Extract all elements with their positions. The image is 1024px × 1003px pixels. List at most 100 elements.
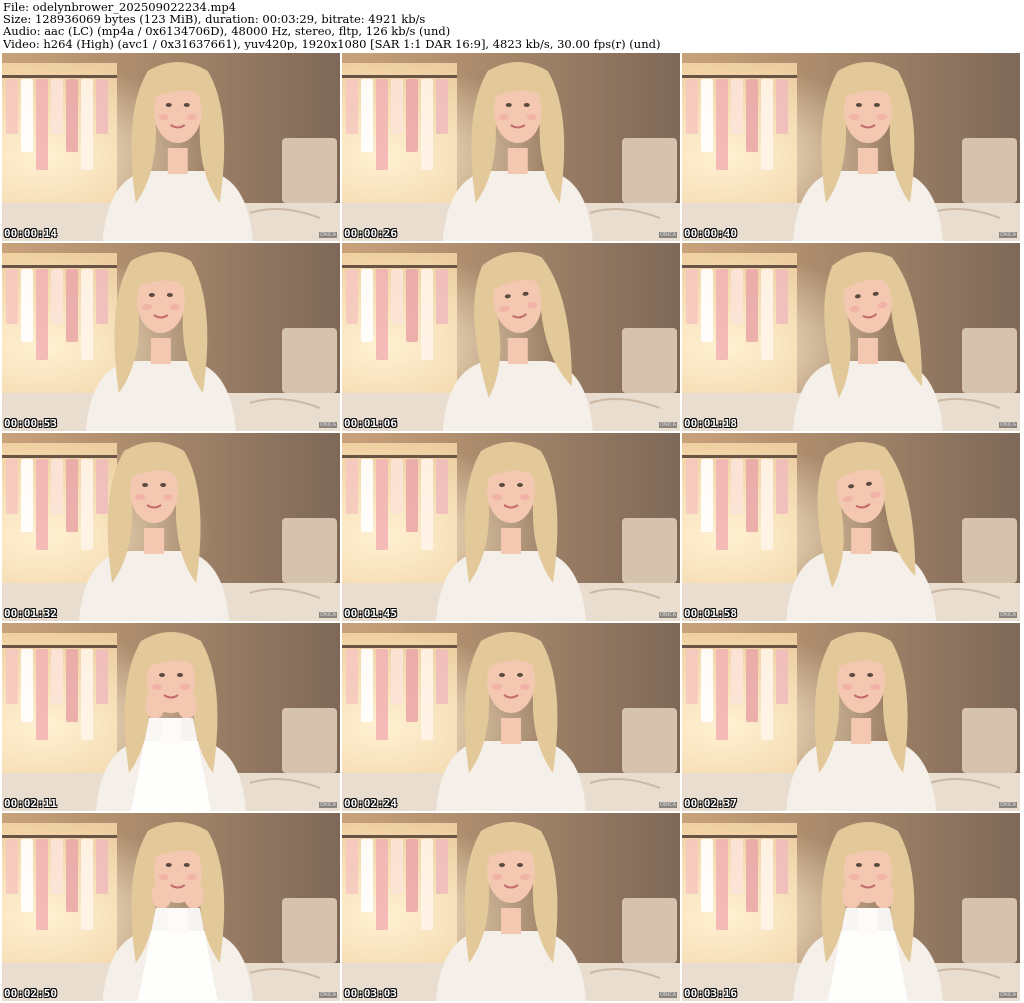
hanging-garment: [686, 79, 698, 134]
watermark: ONICA: [998, 612, 1017, 618]
hanging-garment: [66, 649, 78, 722]
neck: [857, 148, 878, 174]
eye-right: [183, 863, 190, 867]
hanging-garment: [746, 269, 758, 342]
hanging-garment: [96, 459, 108, 514]
thumbnail: 00:01:18 ONICA: [682, 243, 1020, 431]
hanging-garment: [376, 649, 388, 740]
hanging-garment: [761, 269, 773, 360]
clothes-rail: [682, 75, 797, 78]
headboard: [282, 138, 337, 203]
timestamp-label: 00:00:26: [344, 227, 397, 240]
hanging-garment: [421, 459, 433, 550]
hanging-garment: [81, 79, 93, 170]
hanging-garment: [376, 459, 388, 550]
timestamp-label: 00:00:53: [4, 417, 57, 430]
thumbnail: 00:01:45 ONICA: [342, 433, 680, 621]
clothes-rail: [342, 835, 457, 838]
clothes-rail: [2, 75, 117, 78]
hanging-garment: [701, 839, 713, 912]
hanging-garment: [716, 839, 728, 930]
clothes-rail: [682, 645, 797, 648]
watermark: ONICA: [658, 612, 677, 618]
hand-right: [183, 881, 204, 909]
eye-left: [165, 103, 172, 107]
headboard: [622, 708, 677, 773]
thumbnail: 00:02:50 ONICA: [2, 813, 340, 1001]
timestamp-label: 00:00:40: [684, 227, 737, 240]
cheek-left: [842, 684, 853, 690]
timestamp-label: 00:02:11: [4, 797, 57, 810]
hanging-garment: [361, 649, 373, 722]
hanging-garment: [406, 839, 418, 912]
hanging-garment: [406, 79, 418, 152]
hanging-garment: [761, 649, 773, 740]
cheek-right: [169, 304, 180, 310]
neck: [501, 908, 521, 934]
hanging-garment: [6, 269, 18, 324]
clothes-rail: [682, 265, 797, 268]
hanging-garment: [436, 269, 448, 324]
cheek-right: [876, 874, 887, 880]
hanging-garment: [731, 839, 743, 894]
thumbnail: 00:00:14 ONICA: [2, 53, 340, 241]
cheek-left: [152, 684, 162, 690]
hanging-garment: [346, 269, 358, 324]
headboard: [622, 518, 677, 583]
watermark: ONICA: [318, 422, 337, 428]
cheek-left: [492, 684, 502, 690]
hanging-garment: [66, 839, 78, 912]
cheek-right: [520, 684, 530, 690]
hanging-garment: [776, 649, 788, 704]
hanging-garment: [81, 459, 93, 550]
headboard: [282, 708, 337, 773]
hanging-garment: [66, 79, 78, 152]
watermark: ONICA: [658, 992, 677, 998]
hanging-garment: [81, 839, 93, 930]
eye-left: [148, 293, 155, 297]
hanging-garment: [406, 649, 418, 722]
thumbnail: 00:03:16 ONICA: [682, 813, 1020, 1001]
file-info-header: File: odelynbrower_202509022234.mp4 Size…: [3, 1, 1021, 50]
thumbnail: 00:02:37 ONICA: [682, 623, 1020, 811]
eye-right: [160, 483, 167, 487]
hanging-garment: [746, 649, 758, 722]
hanging-garment: [421, 79, 433, 170]
hanging-garment: [761, 839, 773, 930]
watermark: ONICA: [998, 232, 1017, 238]
hanging-garment: [96, 269, 108, 324]
eye-right: [177, 673, 183, 677]
cheek-right: [180, 684, 190, 690]
watermark: ONICA: [998, 802, 1017, 808]
hanging-garment: [96, 839, 108, 894]
hanging-garment: [686, 459, 698, 514]
hanging-garment: [36, 649, 48, 740]
hanging-garment: [66, 269, 78, 342]
hanging-garment: [361, 269, 373, 342]
cheek-right: [520, 494, 530, 500]
hanging-garment: [686, 649, 698, 704]
timestamp-label: 00:01:45: [344, 607, 397, 620]
eye-left: [159, 673, 165, 677]
clothes-rail: [682, 455, 797, 458]
hanging-garment: [361, 459, 373, 532]
eye-left: [849, 673, 856, 677]
hanging-garment: [761, 79, 773, 170]
hanging-garment: [776, 79, 788, 134]
timestamp-label: 00:01:06: [344, 417, 397, 430]
hanging-garment: [51, 839, 63, 894]
hanging-garment: [776, 839, 788, 894]
thumbnail: 00:00:53 ONICA: [2, 243, 340, 431]
headboard: [282, 898, 337, 963]
timestamp-label: 00:02:50: [4, 987, 57, 1000]
watermark: ONICA: [318, 232, 337, 238]
cheek-left: [141, 304, 152, 310]
eye-left: [499, 673, 505, 677]
cheek-left: [492, 494, 502, 500]
neck: [507, 148, 528, 174]
timestamp-label: 00:02:24: [344, 797, 397, 810]
watermark: ONICA: [318, 802, 337, 808]
cheek-right: [163, 494, 174, 500]
hanging-garment: [51, 269, 63, 324]
eye-right: [517, 673, 523, 677]
